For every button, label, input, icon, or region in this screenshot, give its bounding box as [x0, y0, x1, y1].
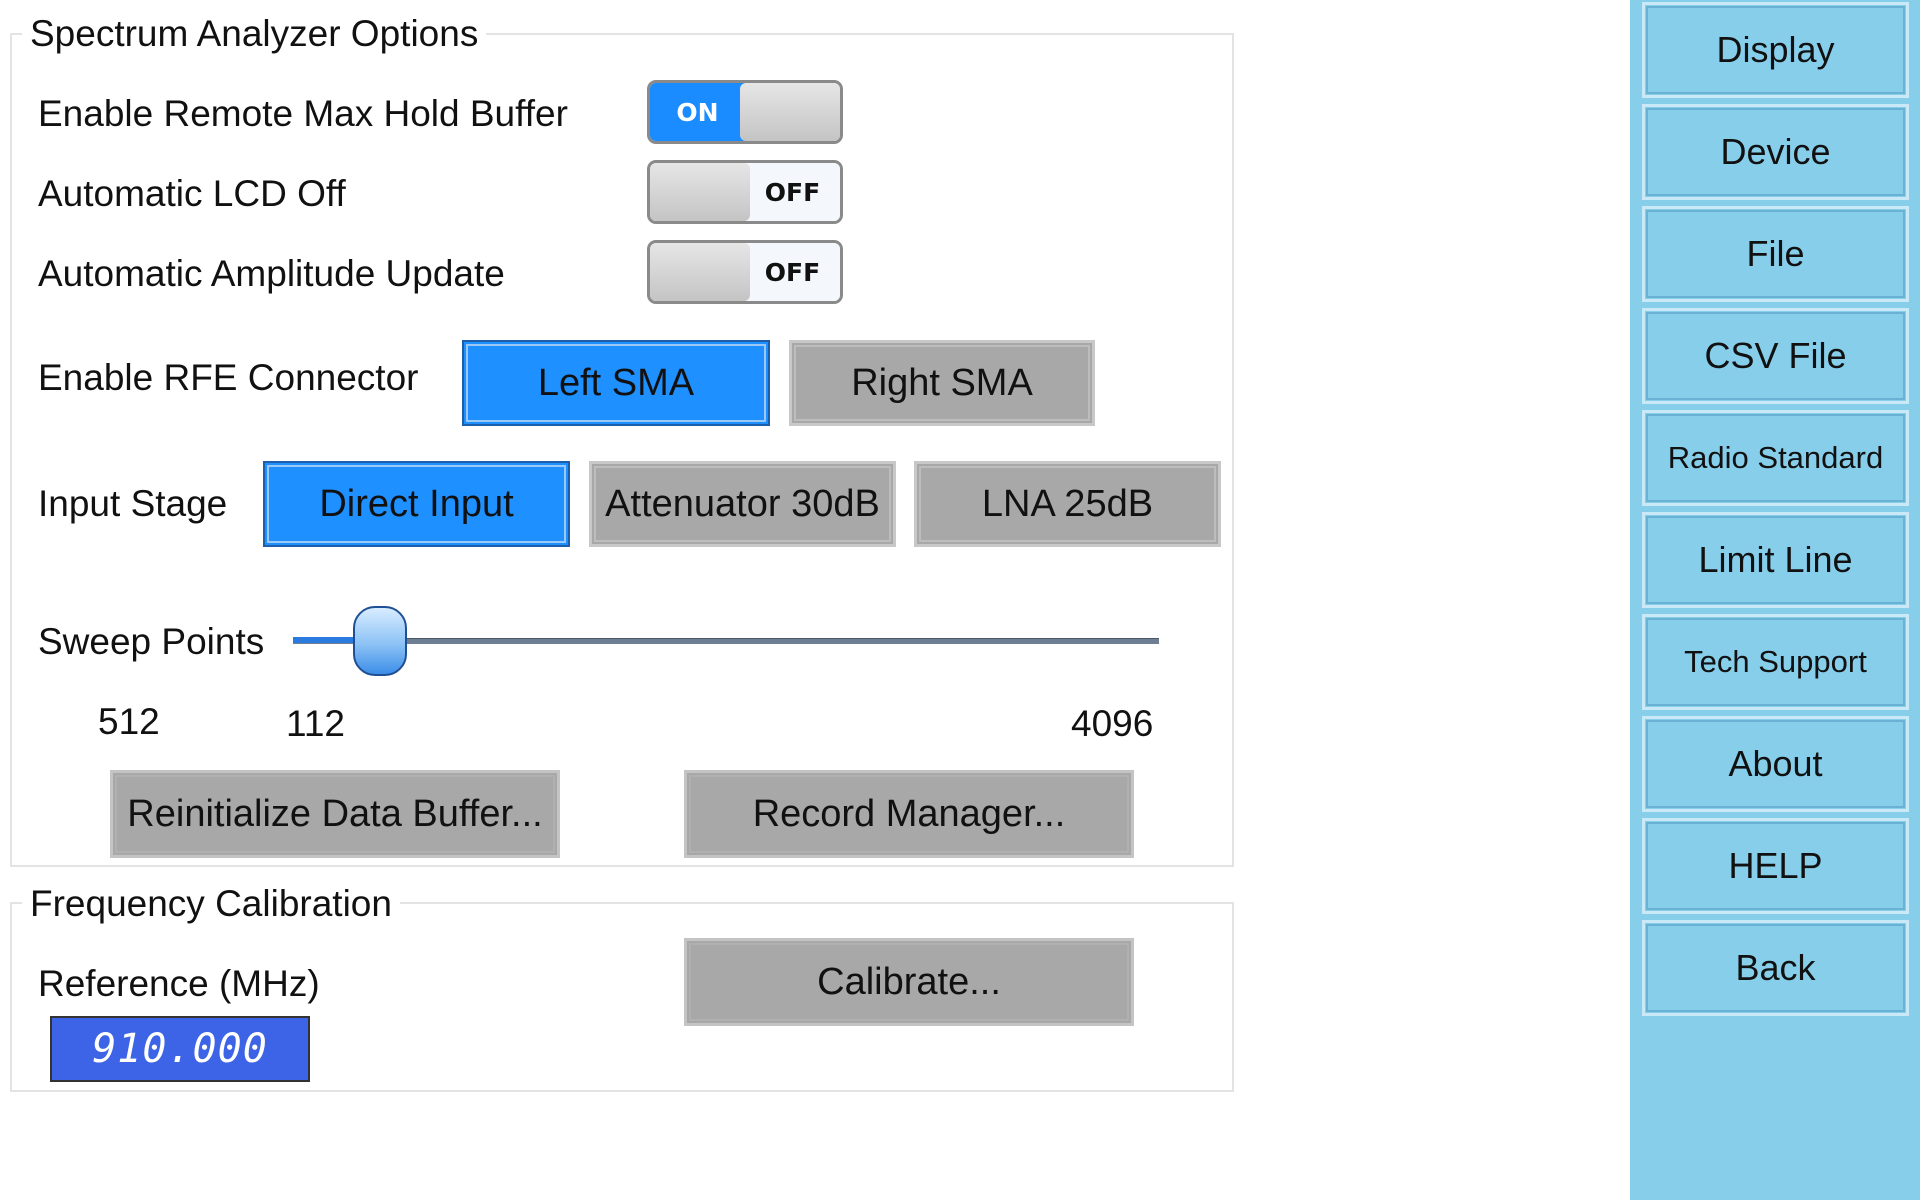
- lna-25db-button[interactable]: LNA 25dB: [914, 461, 1221, 547]
- remote-max-hold-label: Enable Remote Max Hold Buffer: [38, 93, 568, 134]
- reference-frequency-display[interactable]: 910.000: [50, 1016, 310, 1082]
- left-sma-button[interactable]: Left SMA: [462, 340, 770, 426]
- direct-input-button[interactable]: Direct Input: [263, 461, 570, 547]
- frequency-calibration-title: Frequency Calibration: [22, 882, 400, 926]
- record-manager-button[interactable]: Record Manager...: [684, 770, 1134, 858]
- auto-amplitude-update-label: Automatic Amplitude Update: [38, 253, 505, 294]
- sidebar-item-display[interactable]: Display: [1642, 2, 1909, 98]
- sweep-points-slider-thumb[interactable]: [352, 606, 407, 676]
- sidebar-item-back[interactable]: Back: [1642, 920, 1909, 1016]
- rfe-connector-label: Enable RFE Connector: [38, 357, 419, 398]
- sidebar-item-limit-line[interactable]: Limit Line: [1642, 512, 1909, 608]
- auto-amplitude-update-toggle[interactable]: OFF: [647, 240, 843, 304]
- toggle-off-text: OFF: [745, 243, 840, 301]
- sweep-points-slider-track[interactable]: [293, 638, 1159, 644]
- toggle-off-text: OFF: [745, 163, 840, 221]
- sidebar-item-tech-support[interactable]: Tech Support: [1642, 614, 1909, 710]
- sidebar-item-device[interactable]: Device: [1642, 104, 1909, 200]
- remote-max-hold-toggle[interactable]: ON: [647, 80, 843, 144]
- reference-mhz-label: Reference (MHz): [38, 963, 320, 1004]
- toggle-thumb: [650, 243, 750, 301]
- auto-lcd-off-label: Automatic LCD Off: [38, 173, 346, 214]
- sweep-points-max: 4096: [1071, 703, 1154, 744]
- sidebar-item-csv-file[interactable]: CSV File: [1642, 308, 1909, 404]
- spectrum-analyzer-options-title: Spectrum Analyzer Options: [22, 12, 487, 56]
- sweep-points-min: 112: [286, 703, 345, 744]
- calibrate-button[interactable]: Calibrate...: [684, 938, 1134, 1026]
- sidebar-item-about[interactable]: About: [1642, 716, 1909, 812]
- sidebar: Display Device File CSV File Radio Stand…: [1630, 0, 1920, 1200]
- toggle-thumb: [650, 163, 750, 221]
- spectrum-analyzer-options-group: [10, 33, 1234, 867]
- input-stage-label: Input Stage: [38, 483, 228, 524]
- reinitialize-data-buffer-button[interactable]: Reinitialize Data Buffer...: [110, 770, 560, 858]
- sweep-points-value: 512: [98, 701, 160, 742]
- sweep-points-label: Sweep Points: [38, 621, 265, 662]
- toggle-thumb: [740, 83, 840, 141]
- sidebar-item-radio-standard[interactable]: Radio Standard: [1642, 410, 1909, 506]
- right-sma-button[interactable]: Right SMA: [789, 340, 1095, 426]
- sidebar-item-help[interactable]: HELP: [1642, 818, 1909, 914]
- attenuator-30db-button[interactable]: Attenuator 30dB: [589, 461, 896, 547]
- sidebar-item-file[interactable]: File: [1642, 206, 1909, 302]
- toggle-on-text: ON: [650, 83, 745, 141]
- auto-lcd-off-toggle[interactable]: OFF: [647, 160, 843, 224]
